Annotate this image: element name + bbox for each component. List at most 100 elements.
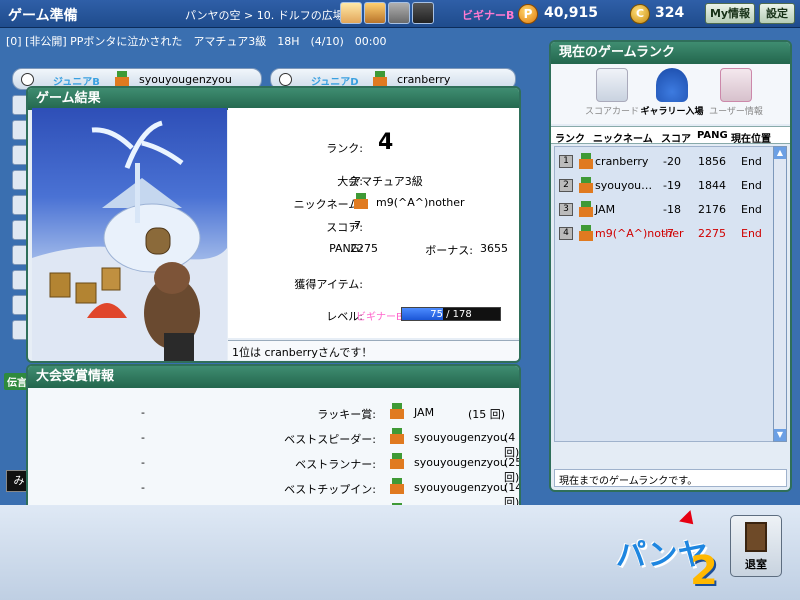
screen-title: ゲーム準備 — [8, 8, 78, 24]
my-info-button[interactable]: My情報 — [705, 3, 755, 24]
rank-position: End — [741, 179, 762, 192]
bonus-value: 3655 — [480, 242, 508, 255]
column-header: ニックネーム — [593, 134, 653, 145]
nickname-label: ニックネーム: — [293, 198, 363, 211]
character-icon — [577, 201, 595, 217]
rank-score: -18 — [663, 203, 681, 216]
tournament-label: 大会: — [337, 175, 363, 188]
panel-title: ゲーム結果 — [28, 88, 519, 110]
rank-score: -19 — [663, 179, 681, 192]
result-scene-image — [32, 108, 227, 361]
user-info-label: ユーザー情報 — [709, 107, 763, 117]
room-info: [0] [非公開] PPボンタに泣かされた アマチュア3級 18H (4/10)… — [6, 35, 387, 48]
character-icon — [388, 428, 406, 444]
column-header: スコア — [661, 134, 691, 145]
rank-number: 3 — [559, 203, 573, 216]
award-dash: - — [141, 406, 145, 419]
level-label: レベル: — [326, 310, 363, 323]
score-label: スコア: — [326, 221, 363, 234]
award-winner: syouyougenzyou — [414, 481, 507, 494]
rank-name: JAM — [595, 203, 616, 216]
gallery-label: ギャラリー入場 — [640, 107, 704, 117]
character-icon — [352, 193, 370, 209]
level-rank: ビギナーB — [356, 312, 403, 323]
level-progress: 75 / 178 — [401, 307, 501, 321]
nickname-value: m9(^A^)nother — [376, 196, 465, 209]
rank-badge: ビギナーB — [462, 9, 515, 22]
pang-value: 2275 — [350, 242, 378, 255]
rank-list: 1 cranberry -20 1856 End 2 syouyou… -19 1844 End 3… — [554, 146, 774, 442]
game-logo-number: 2 — [690, 548, 718, 594]
rank-row[interactable]: 3 JAM -18 2176 End — [555, 199, 775, 219]
settings-button[interactable]: 設定 — [759, 3, 795, 24]
award-dash: - — [141, 456, 145, 469]
winner-note: 1位は cranberryさんです！ — [228, 340, 519, 360]
panel-title: 大会受賞情報 — [28, 366, 519, 388]
award-label: ベストランナー: — [295, 458, 376, 471]
cookie-point-icon: C — [630, 4, 650, 24]
result-details: ランク: 4 大会: アマチュア3級 ニックネーム: m9(^A^)nother… — [228, 108, 519, 338]
cookie-balance: 324 — [655, 5, 685, 21]
column-header: ランク — [555, 134, 585, 145]
scorecard-label: スコアカード — [584, 107, 639, 117]
award-label: ベストチップイン: — [284, 483, 376, 496]
character-icon — [388, 403, 406, 419]
user-info-button[interactable]: ユーザー情報 — [701, 68, 771, 117]
avatar[interactable] — [340, 2, 362, 24]
character-icon — [113, 71, 131, 87]
award-winner: syouyougenzyou — [414, 431, 507, 444]
rank-table-header: ランク ニックネーム スコア PANG 現在位置 — [551, 126, 790, 145]
column-header: PANG — [697, 130, 728, 141]
rank-pang: 1856 — [698, 155, 726, 168]
player-name: cranberry — [397, 73, 451, 86]
award-dash: - — [141, 431, 145, 444]
avatar[interactable] — [412, 2, 434, 24]
scroll-up-icon[interactable]: ▲ — [774, 147, 786, 159]
pang-balance: 40,915 — [544, 5, 599, 21]
rank-number: 1 — [559, 155, 573, 168]
scroll-down-icon[interactable]: ▼ — [774, 429, 786, 441]
rank-pang: 2275 — [698, 227, 726, 240]
column-header: 現在位置 — [731, 134, 771, 145]
rank-row[interactable]: 2 syouyou… -19 1844 End — [555, 175, 775, 195]
rank-score: -20 — [663, 155, 681, 168]
exit-room-button[interactable]: 退室 — [730, 515, 782, 577]
snow-scene — [32, 120, 227, 361]
rank-pang: 2176 — [698, 203, 726, 216]
rank-position: End — [741, 227, 762, 240]
character-icon — [371, 71, 389, 87]
score-value: -7 — [350, 219, 361, 232]
lock-icon — [21, 73, 34, 86]
item-label: 獲得アイテム: — [294, 278, 363, 291]
character-icon — [577, 225, 595, 241]
gallery-button[interactable]: ギャラリー入場 — [637, 68, 707, 117]
award-row: - ベストチップイン: syouyougenzyou (14 回) — [28, 477, 519, 509]
rank-scrollbar[interactable]: ▲ ▼ — [773, 146, 787, 442]
game-result-panel: ゲーム結果 ランク: 4 大会: アマチュア3級 ニックネーム: m9(^A^) — [26, 86, 521, 363]
rank-value: 4 — [378, 130, 394, 155]
breadcrumb: パンヤの空 > 10. ドルフの広場 — [185, 9, 344, 22]
rank-row[interactable]: 1 cranberry -20 1856 End — [555, 151, 775, 171]
rank-pang: 1844 — [698, 179, 726, 192]
rank-number: 4 — [559, 227, 573, 240]
character-icon — [388, 453, 406, 469]
user-info-icon — [720, 68, 752, 102]
award-winner: JAM — [414, 406, 435, 419]
exit-label: 退室 — [745, 558, 767, 571]
award-count: (15 回) — [468, 408, 506, 421]
level-progress-text: 75 / 178 — [430, 309, 472, 320]
award-row: - ベストランナー: syouyougenzyou (25 回) — [28, 452, 519, 484]
rank-tools: スコアカード ギャラリー入場 ユーザー情報 — [551, 64, 790, 124]
rank-name: syouyou… — [595, 179, 653, 192]
panel-title: 現在のゲームランク — [551, 42, 790, 64]
tournament-value: アマチュア3級 — [350, 175, 423, 188]
lock-icon — [279, 73, 292, 86]
pang-coin-icon: P — [518, 4, 538, 24]
award-label: ラッキー賞: — [317, 408, 376, 421]
award-row: - ラッキー賞: JAM (15 回) — [28, 402, 519, 424]
avatar[interactable] — [388, 2, 410, 24]
avatar[interactable] — [364, 2, 386, 24]
rank-row[interactable]: 4 m9(^A^)nother -7 2275 End — [555, 223, 775, 243]
character-icon — [577, 153, 595, 169]
award-winner: syouyougenzyou — [414, 456, 507, 469]
